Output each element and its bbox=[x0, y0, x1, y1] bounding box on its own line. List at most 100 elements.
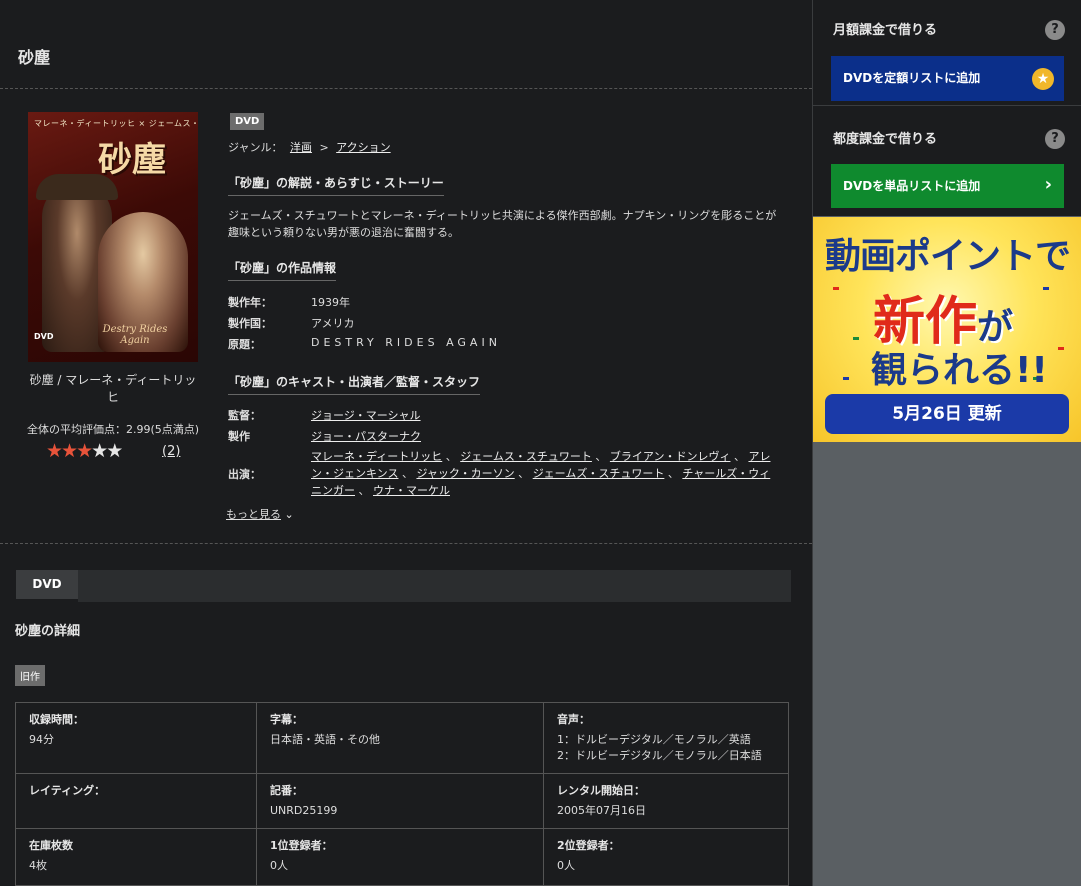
genre-link[interactable]: アクション bbox=[336, 141, 390, 154]
product-caption: 砂塵 / マレーネ・ディートリッヒ bbox=[29, 373, 197, 404]
star-icon: ★ bbox=[61, 440, 78, 462]
info-value: DESTRY RIDES AGAIN bbox=[311, 336, 501, 349]
detail-value: 2005年07月16日 bbox=[557, 804, 646, 817]
detail-value: 1：ドルビーデジタル／モノラル／英語 bbox=[557, 733, 751, 746]
media-badge: DVD bbox=[230, 113, 265, 130]
detail-cell: 収録時間： 94分 bbox=[15, 702, 257, 774]
help-icon[interactable]: ? bbox=[1045, 129, 1065, 149]
details-heading: 砂塵の詳細 bbox=[15, 624, 81, 639]
actor-link[interactable]: ブライアン・ドンレヴィ bbox=[610, 450, 731, 463]
actor-link[interactable]: ジャック・カーソン bbox=[416, 467, 514, 480]
add-to-single-list-button[interactable]: DVDを単品リストに追加 › bbox=[831, 164, 1064, 208]
actor-link[interactable]: マレーネ・ディートリッヒ bbox=[311, 450, 442, 463]
detail-value: UNRD25199 bbox=[270, 804, 338, 817]
confetti bbox=[1043, 287, 1049, 290]
producer-value: ジョー・パスターナク bbox=[311, 428, 421, 444]
actor-link[interactable]: ウナ・マーケル bbox=[373, 484, 450, 497]
add-to-single-list-label: DVDを単品リストに追加 bbox=[843, 179, 981, 193]
poster-image[interactable]: マレーネ・ディートリッヒ × ジェームス・スチュワート 砂塵 Destry Ri… bbox=[28, 112, 198, 362]
review-count: (2) bbox=[162, 444, 180, 459]
poster-title: 砂塵 bbox=[98, 140, 166, 180]
detail-label: 2位登録者： bbox=[557, 839, 620, 852]
tab-dvd[interactable]: DVD bbox=[16, 570, 78, 602]
info-value: 1939年 bbox=[311, 296, 350, 309]
info-value: アメリカ bbox=[311, 317, 355, 330]
actors-label: 出演： bbox=[228, 468, 261, 481]
section-divider bbox=[0, 543, 812, 544]
main-content: 砂塵 マレーネ・ディートリッヒ × ジェームス・スチュワート 砂塵 Destry… bbox=[0, 0, 812, 886]
poster-dvd-mark: DVD bbox=[34, 332, 54, 341]
genre-link[interactable]: 洋画 bbox=[290, 141, 312, 154]
show-more-link[interactable]: もっと見る ⌄ bbox=[226, 506, 294, 522]
table-row: レイティング： 記番： UNRD25199 レンタル開始日： 2005年07月16日 bbox=[15, 773, 789, 829]
work-info-heading: 「砂塵」の作品情報 bbox=[228, 259, 337, 281]
star-icon: ★ bbox=[76, 440, 93, 462]
detail-cell: 1位登録者： 0人 bbox=[256, 828, 544, 886]
average-rating-text: 全体の平均評価点：2.99(5点満点) bbox=[26, 423, 200, 436]
confetti bbox=[853, 337, 859, 340]
poster-header-text: マレーネ・ディートリッヒ × ジェームス・スチュワート bbox=[34, 119, 198, 128]
producer-label: 製作 bbox=[228, 430, 250, 443]
detail-label: 収録時間： bbox=[29, 713, 84, 726]
details-table: 収録時間： 94分 字幕： 日本語・英語・その他 音声： 1：ドルビーデジタル／モノラ… bbox=[15, 702, 789, 886]
detail-cell: 2位登録者： 0人 bbox=[543, 828, 789, 886]
detail-cell: レイティング： bbox=[15, 773, 257, 829]
title-bar: 砂塵 bbox=[0, 0, 812, 89]
star-icon: ★ bbox=[46, 440, 63, 462]
add-to-monthly-list-button[interactable]: DVDを定額リストに追加 ★ bbox=[831, 56, 1064, 101]
actor-link[interactable]: ジェームズ・スチュワート bbox=[533, 467, 665, 480]
detail-label: 記番： bbox=[270, 784, 303, 797]
detail-value: 2：ドルビーデジタル／モノラル／日本語 bbox=[557, 749, 762, 762]
director-value: ジョージ・マーシャル bbox=[311, 407, 421, 423]
media-tabs: DVD bbox=[16, 570, 791, 602]
review-count-link[interactable]: (2) bbox=[162, 444, 180, 459]
story-text: ジェームズ・スチュワートとマレーネ・ディートリッヒ共演による傑作西部劇。ナプキン… bbox=[228, 209, 777, 239]
star-empty-icon: ★ bbox=[106, 440, 123, 462]
chevron-right-icon: › bbox=[1044, 174, 1052, 195]
detail-cell: 音声： 1：ドルビーデジタル／モノラル／英語 2：ドルビーデジタル／モノラル／日本語 bbox=[543, 702, 789, 774]
detail-cell: レンタル開始日： 2005年07月16日 bbox=[543, 773, 789, 829]
chevron-down-icon: ⌄ bbox=[284, 508, 294, 521]
director-link[interactable]: ジョージ・マーシャル bbox=[311, 409, 421, 422]
star-empty-icon: ★ bbox=[91, 440, 108, 462]
director-label: 監督： bbox=[228, 409, 261, 422]
table-row: 在庫枚数 4枚 1位登録者： 0人 2位登録者： 0人 bbox=[15, 828, 789, 886]
old-release-badge: 旧作 bbox=[15, 665, 45, 686]
detail-cell: 在庫枚数 4枚 bbox=[15, 828, 257, 886]
detail-label: 在庫枚数 bbox=[29, 839, 73, 852]
confetti bbox=[843, 377, 849, 380]
promo-update-bar: 5月26日 更新 bbox=[825, 394, 1069, 434]
promo-line3: 観られる!! bbox=[871, 350, 1048, 391]
add-to-monthly-list-label: DVDを定額リストに追加 bbox=[843, 71, 981, 85]
cast-heading: 「砂塵」のキャスト・出演者／監督・スタッフ bbox=[228, 373, 481, 395]
detail-label: 字幕： bbox=[270, 713, 303, 726]
confetti bbox=[1058, 347, 1064, 350]
star-icon: ★ bbox=[1032, 68, 1054, 90]
poster-subtitle: Destry Rides Again bbox=[102, 324, 168, 346]
help-icon[interactable]: ? bbox=[1045, 20, 1065, 40]
show-more-label[interactable]: もっと見る bbox=[226, 508, 281, 521]
detail-value: 0人 bbox=[557, 859, 575, 872]
single-title: 都度課金で借りる bbox=[833, 132, 938, 147]
detail-value: 日本語・英語・その他 bbox=[270, 733, 380, 746]
info-label: 製作年： bbox=[228, 296, 272, 309]
single-rental-panel: 都度課金で借りる ? DVDを単品リストに追加 › bbox=[813, 106, 1081, 216]
genre-separator: > bbox=[319, 141, 329, 154]
detail-value: 4枚 bbox=[29, 859, 47, 872]
detail-label: 1位登録者： bbox=[270, 839, 333, 852]
monthly-rental-panel: 月額課金で借りる ? DVDを定額リストに追加 ★ bbox=[813, 0, 1081, 106]
detail-label: レンタル開始日： bbox=[557, 784, 645, 797]
info-label: 製作国： bbox=[228, 317, 272, 330]
story-heading: 「砂塵」の解説・あらすじ・ストーリー bbox=[228, 174, 444, 196]
table-row: 収録時間： 94分 字幕： 日本語・英語・その他 音声： 1：ドルビーデジタル／モノラ… bbox=[15, 702, 789, 774]
monthly-title: 月額課金で借りる bbox=[833, 23, 938, 38]
producer-link[interactable]: ジョー・パスターナク bbox=[311, 430, 421, 443]
actor-link[interactable]: ジェームス・スチュワート bbox=[460, 450, 592, 463]
genre-breadcrumb: ジャンル： 洋画 > アクション bbox=[228, 139, 395, 155]
info-label: 原題： bbox=[228, 338, 261, 351]
detail-cell: 字幕： 日本語・英語・その他 bbox=[256, 702, 544, 774]
detail-label: 音声： bbox=[557, 713, 590, 726]
detail-label: レイティング： bbox=[29, 784, 106, 797]
promo-banner[interactable]: 動画ポイントで 新作が 観られる!! 5月26日 更新 bbox=[813, 217, 1081, 442]
detail-value: 0人 bbox=[270, 859, 288, 872]
